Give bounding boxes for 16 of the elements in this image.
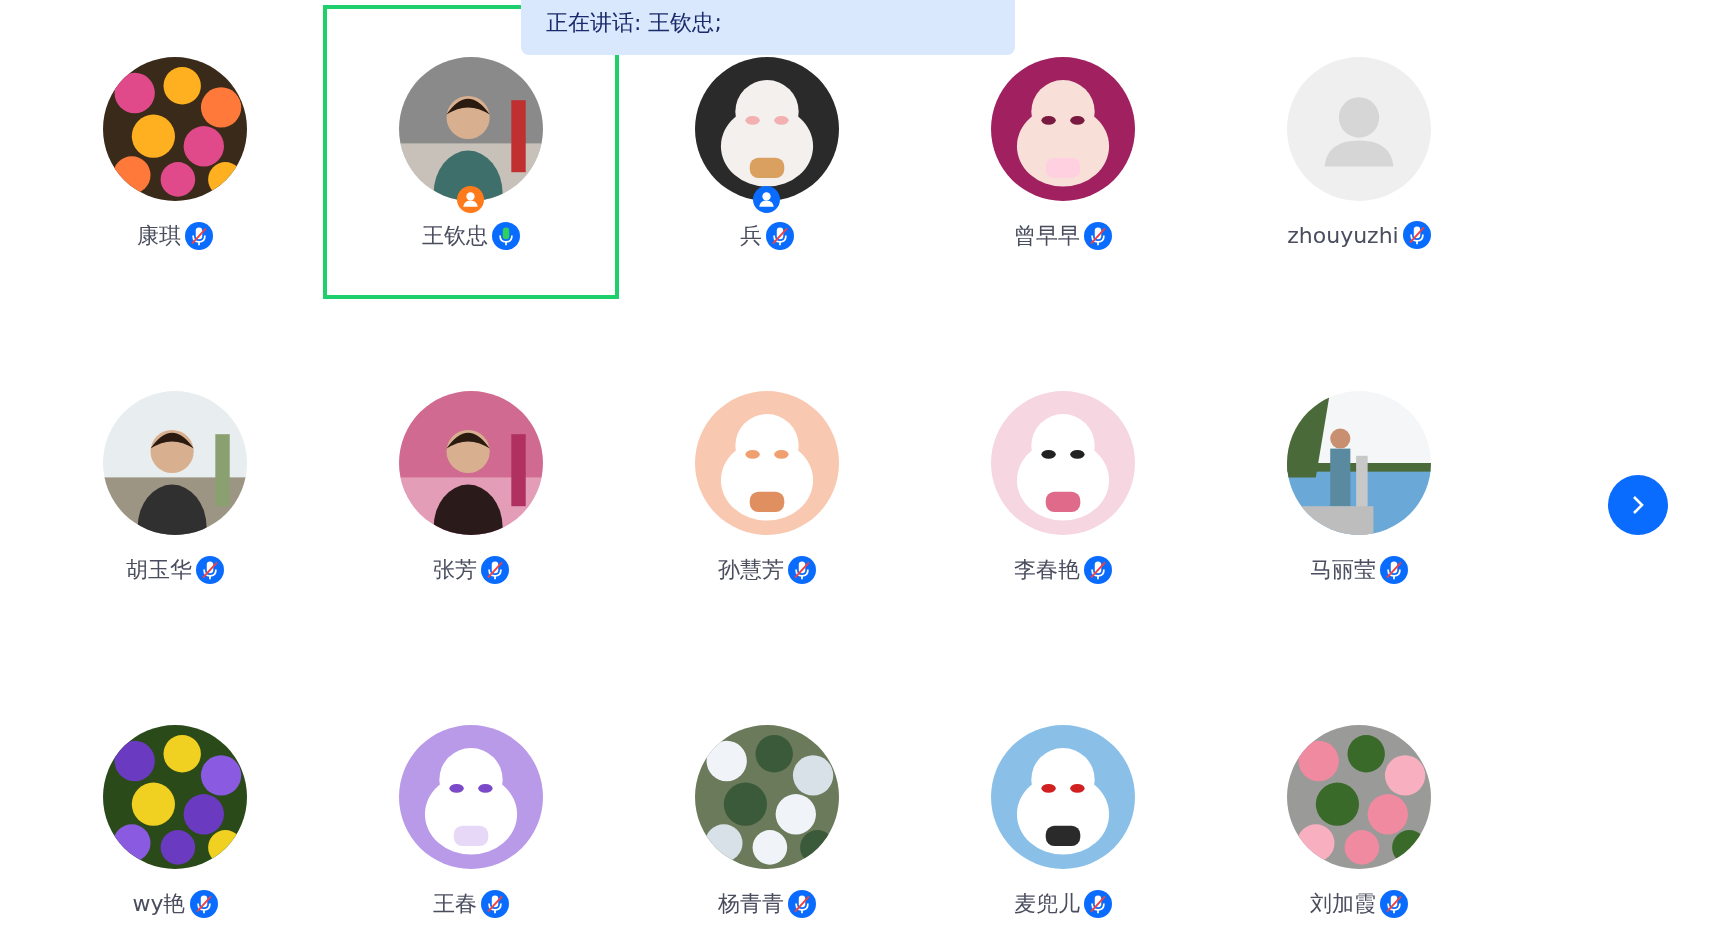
participant-name: 王钦忠 (422, 222, 488, 250)
participant-name: 孙慧芳 (718, 556, 784, 584)
participant-name: 康琪 (137, 222, 181, 250)
participant-name: 曾早早 (1014, 222, 1080, 250)
participant-name: 张芳 (433, 556, 477, 584)
participant-name: 李春艳 (1014, 556, 1080, 584)
participant-name: 王春 (433, 890, 477, 918)
speaker-toast: 正在讲话: 王钦忠; (521, 0, 1015, 55)
participant-name: 刘加霞 (1310, 890, 1376, 918)
participant-name: 麦兜儿 (1014, 890, 1080, 918)
participant-name: 胡玉华 (126, 556, 192, 584)
participant-name: 兵 (740, 222, 762, 250)
participant-name: 杨青青 (718, 890, 784, 918)
participant-name: 马丽莹 (1310, 556, 1376, 584)
participant-name: zhouyuzhi (1287, 222, 1399, 248)
participant-name: wy艳 (132, 890, 186, 918)
